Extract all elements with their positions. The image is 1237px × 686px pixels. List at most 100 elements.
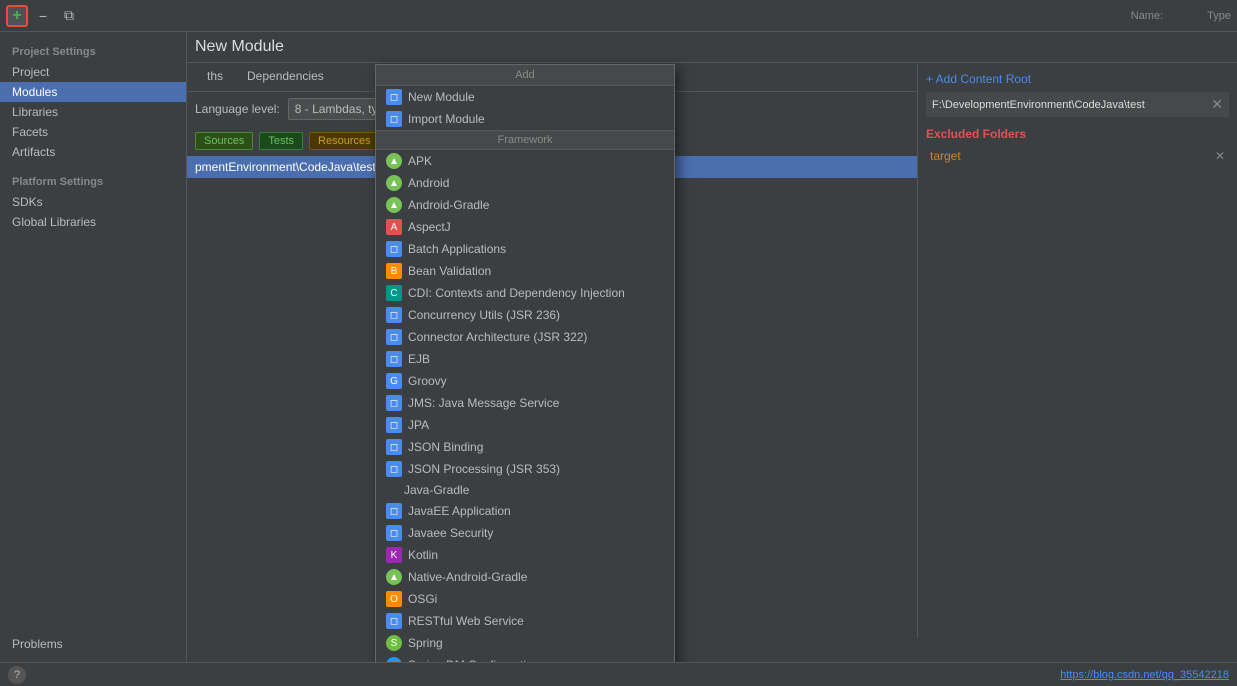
resources-tag[interactable]: Resources <box>309 132 380 150</box>
add-menu-framework-header: Framework <box>376 130 674 150</box>
batch-icon: ◻ <box>386 241 402 257</box>
menu-item-groovy[interactable]: G Groovy <box>376 370 674 392</box>
menu-item-restful[interactable]: ◻ RESTful Web Service <box>376 610 674 632</box>
path-title-text: F:\DevelopmentEnvironment\CodeJava\test <box>932 99 1145 111</box>
sidebar: Project Settings Project Modules Librari… <box>0 32 187 662</box>
menu-item-apk[interactable]: ▲ APK <box>376 150 674 172</box>
sidebar-item-global-libraries[interactable]: Global Libraries <box>0 212 186 232</box>
menu-item-javaee-app[interactable]: ◻ JavaEE Application <box>376 500 674 522</box>
jpa-label: JPA <box>408 418 429 432</box>
status-bar: ? https://blog.csdn.net/qq_35542218 <box>0 662 1237 686</box>
sidebar-item-libraries[interactable]: Libraries <box>0 102 186 122</box>
tab-dependencies[interactable]: Dependencies <box>235 63 336 91</box>
menu-item-jpa[interactable]: ◻ JPA <box>376 414 674 436</box>
add-menu-import-module[interactable]: ◻ Import Module <box>376 108 674 130</box>
connector-label: Connector Architecture (JSR 322) <box>408 330 587 344</box>
new-module-icon: ◻ <box>386 89 402 105</box>
new-module-header: New Module <box>187 32 1237 63</box>
menu-item-jms[interactable]: ◻ JMS: Java Message Service <box>376 392 674 414</box>
native-android-icon: ▲ <box>386 569 402 585</box>
bean-validation-label: Bean Validation <box>408 264 491 278</box>
jms-label: JMS: Java Message Service <box>408 396 559 410</box>
menu-item-batch[interactable]: ◻ Batch Applications <box>376 238 674 260</box>
menu-item-native-android[interactable]: ▲ Native-Android-Gradle <box>376 566 674 588</box>
sidebar-item-facets[interactable]: Facets <box>0 122 186 142</box>
status-link[interactable]: https://blog.csdn.net/qq_35542218 <box>1060 669 1229 681</box>
jpa-icon: ◻ <box>386 417 402 433</box>
excluded-item-close-icon[interactable]: ✕ <box>1215 149 1225 163</box>
json-processing-icon: ◻ <box>386 461 402 477</box>
sidebar-item-modules[interactable]: Modules <box>0 82 186 102</box>
content-path-text: pmentEnvironment\CodeJava\test <box>195 160 376 174</box>
menu-item-connector[interactable]: ◻ Connector Architecture (JSR 322) <box>376 326 674 348</box>
sidebar-item-problems[interactable]: Problems <box>0 634 186 654</box>
aspectj-icon: A <box>386 219 402 235</box>
toolbar: + − ⧉ Name: Type <box>0 0 1237 32</box>
spring-dm-config-label: Spring DM Configuration <box>408 658 539 662</box>
concurrency-icon: ◻ <box>386 307 402 323</box>
osgi-icon: O <box>386 591 402 607</box>
kotlin-icon: K <box>386 547 402 563</box>
menu-item-json-binding[interactable]: ◻ JSON Binding <box>376 436 674 458</box>
tests-tag[interactable]: Tests <box>259 132 303 150</box>
jms-icon: ◻ <box>386 395 402 411</box>
menu-item-concurrency[interactable]: ◻ Concurrency Utils (JSR 236) <box>376 304 674 326</box>
connector-icon: ◻ <box>386 329 402 345</box>
json-binding-icon: ◻ <box>386 439 402 455</box>
json-binding-label: JSON Binding <box>408 440 483 454</box>
excluded-item: target ✕ <box>926 147 1229 165</box>
help-button[interactable]: ? <box>8 666 26 684</box>
remove-button[interactable]: − <box>32 5 54 27</box>
status-left: ? <box>8 666 26 684</box>
apk-label: APK <box>408 154 432 168</box>
menu-item-android[interactable]: ▲ Android <box>376 172 674 194</box>
menu-item-java-gradle[interactable]: Java-Gradle <box>376 480 674 500</box>
menu-item-kotlin[interactable]: K Kotlin <box>376 544 674 566</box>
sidebar-item-sdks[interactable]: SDKs <box>0 192 186 212</box>
add-button[interactable]: + <box>6 5 28 27</box>
menu-item-android-gradle[interactable]: ▲ Android-Gradle <box>376 194 674 216</box>
menu-item-spring-dm-config[interactable]: ● Spring DM Configuration <box>376 654 674 662</box>
copy-button[interactable]: ⧉ <box>58 5 80 27</box>
content-area: New Module ths Dependencies Language lev… <box>187 32 1237 662</box>
menu-item-ejb[interactable]: ◻ EJB <box>376 348 674 370</box>
cdi-label: CDI: Contexts and Dependency Injection <box>408 286 625 300</box>
javaee-security-icon: ◻ <box>386 525 402 541</box>
project-settings-title: Project Settings <box>0 40 186 62</box>
menu-item-osgi[interactable]: O OSGi <box>376 588 674 610</box>
concurrency-label: Concurrency Utils (JSR 236) <box>408 308 560 322</box>
tab-ths[interactable]: ths <box>195 63 235 91</box>
native-android-label: Native-Android-Gradle <box>408 570 527 584</box>
menu-item-bean-validation[interactable]: B Bean Validation <box>376 260 674 282</box>
aspectj-label: AspectJ <box>408 220 451 234</box>
type-label: Type <box>1207 10 1231 22</box>
menu-item-javaee-security[interactable]: ◻ Javaee Security <box>376 522 674 544</box>
menu-item-aspectj[interactable]: A AspectJ <box>376 216 674 238</box>
menu-item-cdi[interactable]: C CDI: Contexts and Dependency Injection <box>376 282 674 304</box>
spring-dm-config-icon: ● <box>386 657 402 662</box>
add-content-root-button[interactable]: + Add Content Root <box>926 72 1229 86</box>
platform-settings-title: Platform Settings <box>0 170 186 192</box>
groovy-label: Groovy <box>408 374 447 388</box>
sources-tag[interactable]: Sources <box>195 132 253 150</box>
add-menu-add-header: Add <box>376 65 674 86</box>
import-module-label: Import Module <box>408 112 485 126</box>
new-module-label: New Module <box>408 90 475 104</box>
ejb-label: EJB <box>408 352 430 366</box>
javaee-app-icon: ◻ <box>386 503 402 519</box>
add-menu-new-module[interactable]: ◻ New Module <box>376 86 674 108</box>
android-label: Android <box>408 176 449 190</box>
android-gradle-label: Android-Gradle <box>408 198 489 212</box>
javaee-app-label: JavaEE Application <box>408 504 511 518</box>
bean-validation-icon: B <box>386 263 402 279</box>
sidebar-item-artifacts[interactable]: Artifacts <box>0 142 186 162</box>
menu-item-spring[interactable]: S Spring <box>376 632 674 654</box>
javaee-security-label: Javaee Security <box>408 526 493 540</box>
sidebar-item-project[interactable]: Project <box>0 62 186 82</box>
spring-label: Spring <box>408 636 443 650</box>
restful-icon: ◻ <box>386 613 402 629</box>
kotlin-label: Kotlin <box>408 548 438 562</box>
menu-item-json-processing[interactable]: ◻ JSON Processing (JSR 353) <box>376 458 674 480</box>
path-close-icon[interactable]: ✕ <box>1211 96 1223 113</box>
batch-label: Batch Applications <box>408 242 506 256</box>
